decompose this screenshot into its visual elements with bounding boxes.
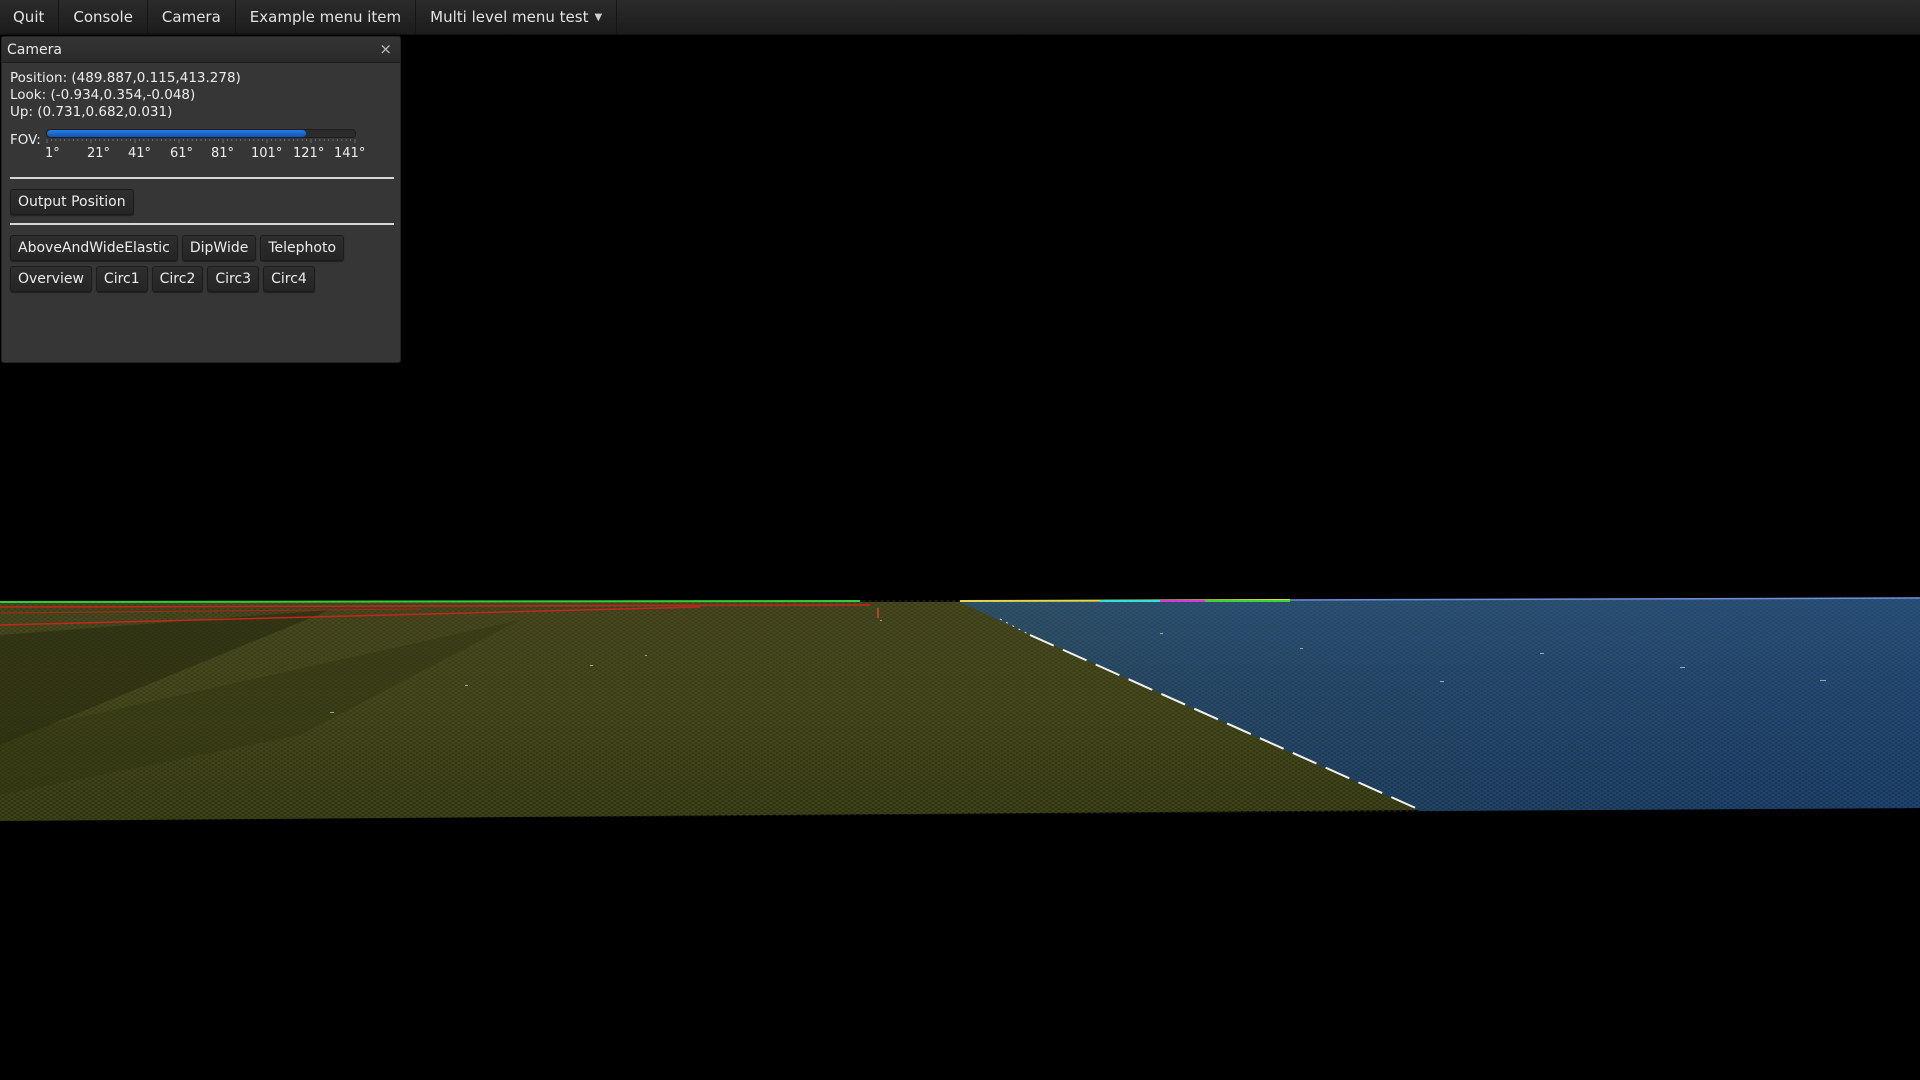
camera-window-titlebar[interactable]: Camera × <box>2 37 400 63</box>
fov-tick-label: 101° <box>251 146 283 161</box>
preset-dipwide-button[interactable]: DipWide <box>181 235 257 261</box>
fov-tick-label: 61° <box>170 146 194 161</box>
menu-bar: Quit Console Camera Example menu item Mu… <box>0 0 1920 35</box>
fov-tick-label: 141° <box>334 146 366 161</box>
fov-slider[interactable] <box>46 129 356 138</box>
fov-tick-label: 41° <box>128 146 152 161</box>
preset-above-and-wide-elastic-button[interactable]: AboveAndWideElastic <box>10 235 178 261</box>
fov-tick-label: 21° <box>87 146 111 161</box>
preset-overview-button[interactable]: Overview <box>10 266 92 292</box>
camera-position-text: Position: (489.887,0.115,413.278) <box>10 70 241 86</box>
menu-multi-level-label: Multi level menu test <box>430 8 589 26</box>
caret-down-icon: ▼ <box>594 11 603 23</box>
divider <box>10 223 394 225</box>
menu-console-label: Console <box>73 8 133 26</box>
camera-look-text: Look: (-0.934,0.354,-0.048) <box>10 87 196 103</box>
menu-quit-label: Quit <box>13 8 45 26</box>
close-icon[interactable]: × <box>379 42 392 57</box>
camera-window: Camera × Position: (489.887,0.115,413.27… <box>1 36 401 363</box>
fov-slider-fill <box>47 130 306 137</box>
menu-example-item[interactable]: Example menu item <box>236 0 417 35</box>
fov-tick-label: 81° <box>211 146 235 161</box>
menu-camera-label: Camera <box>161 8 221 26</box>
camera-window-title: Camera <box>7 41 62 58</box>
output-position-button[interactable]: Output Position <box>10 189 134 215</box>
preset-circ1-button[interactable]: Circ1 <box>95 266 148 292</box>
menu-console[interactable]: Console <box>59 0 148 35</box>
fov-slider-ticks <box>46 139 356 143</box>
fov-tick-label: 1° <box>45 146 60 161</box>
menu-example-item-label: Example menu item <box>249 8 402 26</box>
menu-multi-level[interactable]: Multi level menu test ▼ <box>416 0 618 35</box>
preset-circ4-button[interactable]: Circ4 <box>263 266 315 292</box>
preset-circ3-button[interactable]: Circ3 <box>207 266 260 292</box>
preset-telephoto-button[interactable]: Telephoto <box>260 235 345 261</box>
fov-control: FOV: 1° 21° 41° 61° 81° 101° 121° 141° <box>10 127 392 169</box>
menu-camera[interactable]: Camera <box>148 0 236 35</box>
fov-tick-labels: 1° 21° 41° 61° 81° 101° 121° 141° <box>10 146 410 162</box>
fov-tick-label: 121° <box>293 146 325 161</box>
camera-up-text: Up: (0.731,0.682,0.031) <box>10 104 173 120</box>
menu-quit[interactable]: Quit <box>0 0 60 35</box>
preset-circ2-button[interactable]: Circ2 <box>151 266 204 292</box>
divider <box>10 177 394 179</box>
